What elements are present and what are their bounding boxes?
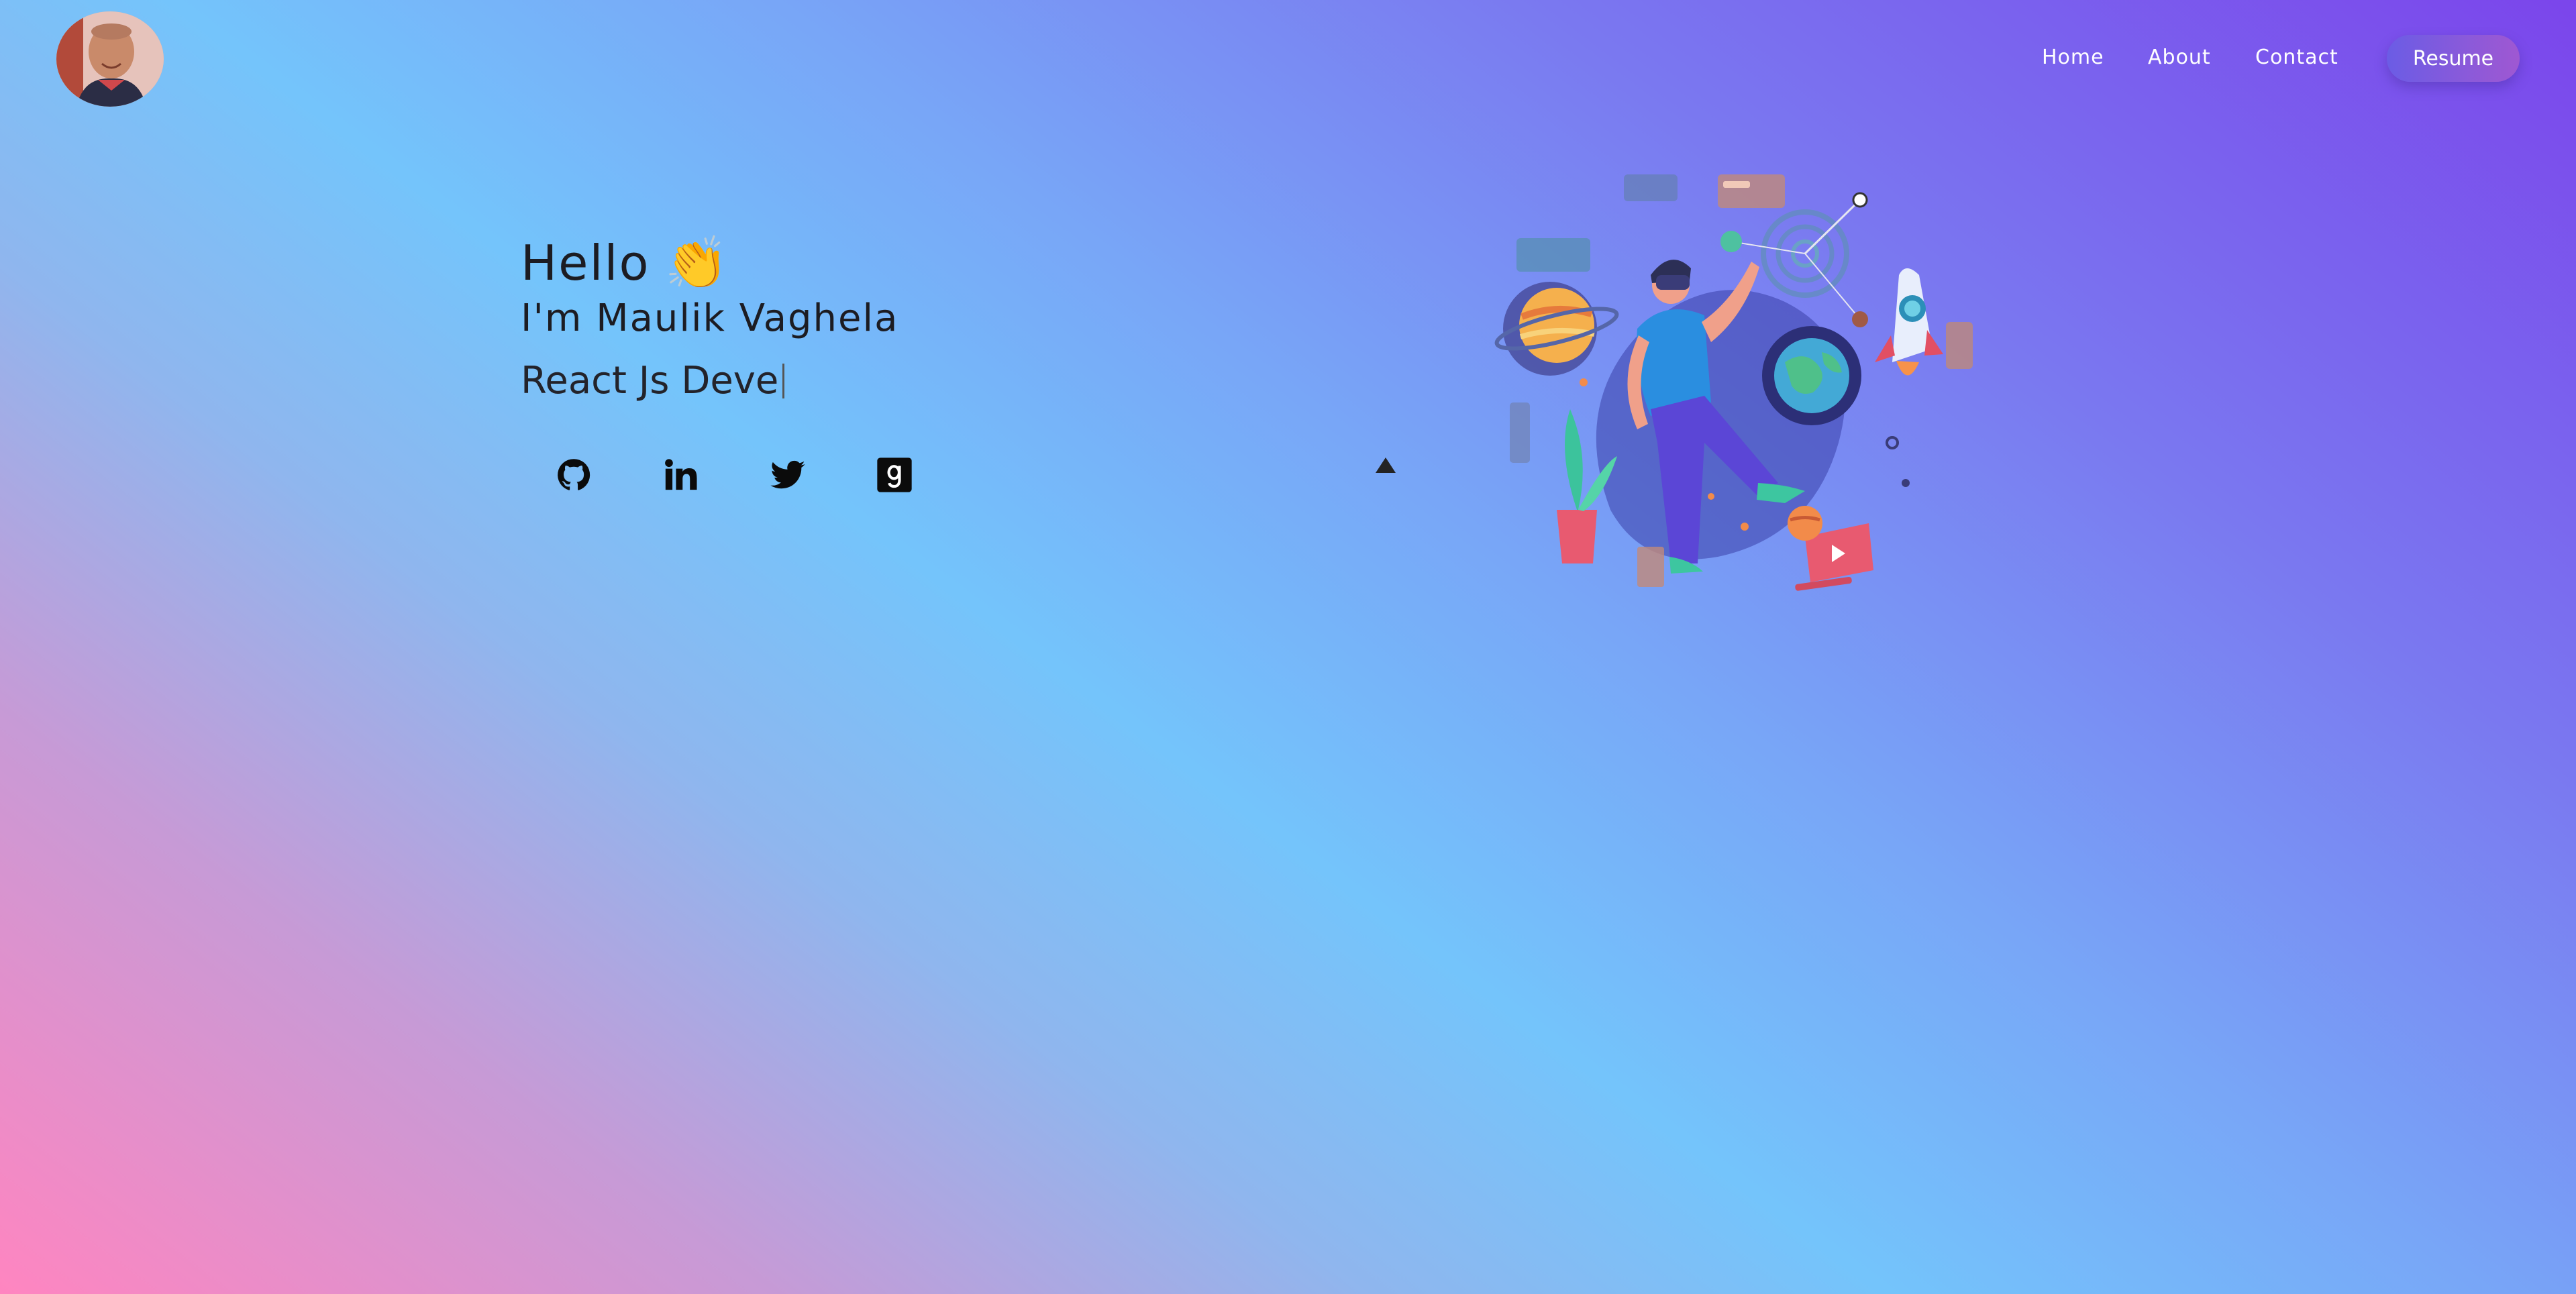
typing-cursor	[782, 363, 785, 398]
vr-developer-illustration	[1494, 174, 1973, 591]
scroll-top-arrow-icon[interactable]	[1376, 457, 1396, 473]
nav-link-about[interactable]: About	[2148, 46, 2211, 69]
greeting-heading: Hello 👏	[521, 233, 729, 293]
twitter-link[interactable]	[769, 456, 807, 494]
role-text: React Js Deve	[521, 359, 779, 402]
github-icon	[558, 459, 590, 490]
waving-hand-icon: 👏	[664, 233, 730, 292]
typed-role-text: React Js Deve	[521, 359, 785, 402]
goodreads-icon	[877, 457, 912, 492]
name-heading: I'm Maulik Vaghela	[521, 296, 899, 340]
nav-link-contact[interactable]: Contact	[2255, 46, 2338, 69]
nav-link-home[interactable]: Home	[2042, 46, 2104, 69]
linkedin-link[interactable]	[662, 456, 699, 494]
avatar-portrait-image	[56, 11, 164, 107]
linkedin-icon	[665, 459, 697, 490]
github-link[interactable]	[555, 456, 593, 494]
profile-avatar[interactable]	[56, 11, 164, 107]
greeting-text: Hello	[521, 235, 650, 291]
hero-illustration	[1490, 161, 1986, 617]
resume-button[interactable]: Resume	[2387, 35, 2520, 82]
twitter-icon	[770, 460, 805, 489]
goodreads-link[interactable]	[876, 456, 913, 494]
